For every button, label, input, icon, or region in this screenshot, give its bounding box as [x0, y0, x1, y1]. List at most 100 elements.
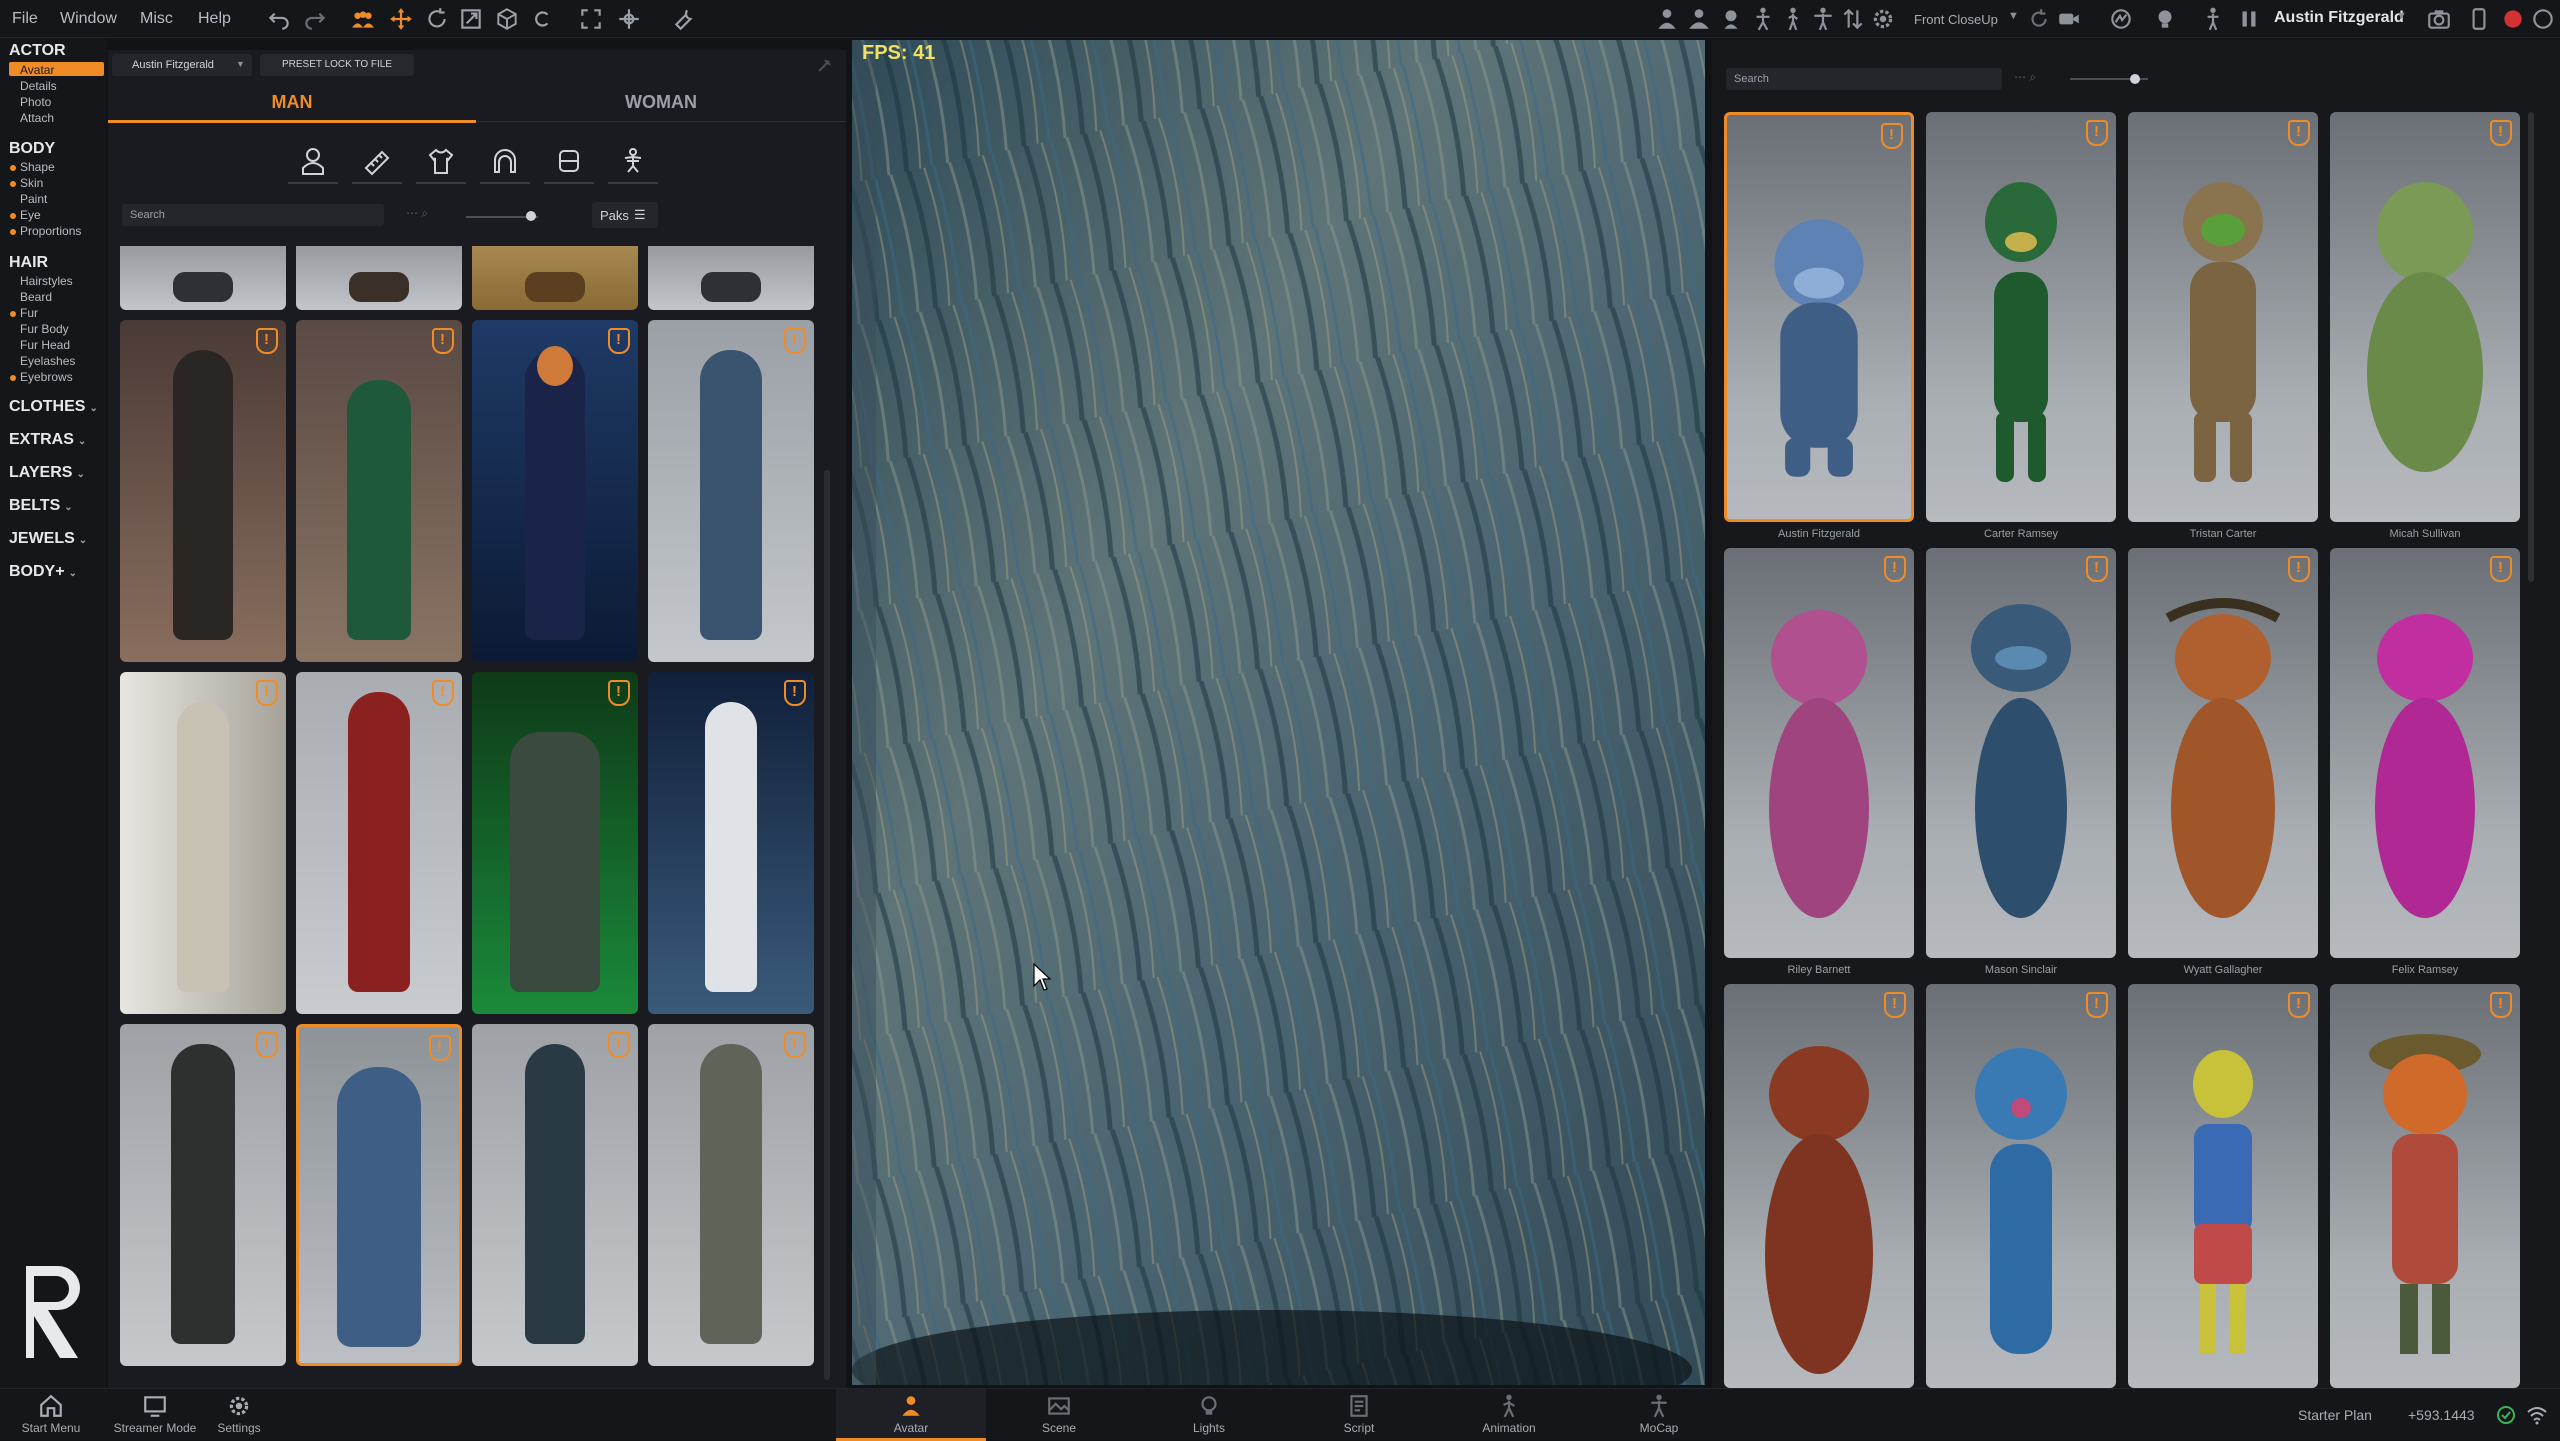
nav-item-paint[interactable]: Paint — [20, 192, 47, 206]
redo-icon[interactable] — [302, 6, 328, 32]
module-scene[interactable]: Scene — [1014, 1393, 1104, 1435]
plan-label[interactable]: Starter Plan — [2298, 1407, 2372, 1423]
preset-lock-button[interactable]: PRESET LOCK TO FILE — [260, 54, 414, 76]
zoom-slider-handle[interactable] — [2130, 74, 2140, 84]
nav-item-avatar[interactable]: Avatar — [20, 63, 54, 77]
actor-group-icon[interactable] — [1686, 6, 1712, 32]
streamer-mode-button[interactable]: Streamer Mode — [110, 1393, 200, 1435]
avatar-thumbnail[interactable] — [472, 1024, 638, 1366]
ruler-icon[interactable] — [352, 140, 402, 184]
shirt-icon[interactable] — [416, 140, 466, 184]
avatar-thumbnail[interactable] — [472, 320, 638, 662]
wifi-icon[interactable] — [2526, 1405, 2548, 1425]
character-thumbnail[interactable] — [1926, 548, 2116, 958]
figure-icon[interactable] — [2200, 6, 2226, 32]
tab-woman[interactable]: WOMAN — [476, 92, 846, 120]
character-thumbnail-selected[interactable] — [1724, 112, 1914, 522]
nav-item-eyebrows[interactable]: Eyebrows — [20, 370, 73, 384]
character-thumbnail[interactable] — [2128, 984, 2318, 1388]
pin-icon[interactable] — [814, 56, 834, 76]
walk-icon[interactable] — [1780, 6, 1806, 32]
module-script[interactable]: Script — [1314, 1393, 1404, 1435]
move-icon[interactable] — [388, 6, 414, 32]
nav-item-fur-head[interactable]: Fur Head — [20, 338, 70, 352]
search-input[interactable]: Search — [122, 204, 384, 226]
avatar-thumbnail[interactable] — [296, 246, 462, 310]
link-icon[interactable] — [528, 6, 554, 32]
search-options-icon[interactable]: ⋯ ⌕ — [406, 206, 456, 224]
paks-button[interactable]: Paks ☰ — [592, 202, 658, 228]
nav-item-fur-body[interactable]: Fur Body — [20, 322, 69, 336]
nav-section-body-plus[interactable]: BODY+ ⌄ — [9, 563, 77, 581]
zoom-slider-handle[interactable] — [526, 211, 536, 221]
avatar-thumbnail[interactable] — [120, 246, 286, 310]
light-bulb-icon[interactable] — [2152, 6, 2178, 32]
module-mocap[interactable]: MoCap — [1614, 1393, 1704, 1435]
skeleton-icon[interactable] — [608, 140, 658, 184]
select-actors-icon[interactable] — [350, 6, 376, 32]
menu-help[interactable]: Help — [198, 10, 231, 28]
record-settings-icon[interactable] — [2530, 6, 2556, 32]
nav-item-beard[interactable]: Beard — [20, 290, 52, 304]
undo-icon[interactable] — [266, 6, 292, 32]
character-thumbnail[interactable] — [2330, 112, 2520, 522]
camera-select[interactable]: Front CloseUp — [1914, 12, 1998, 27]
nav-section-clothes[interactable]: CLOTHES ⌄ — [9, 398, 98, 416]
character-thumbnail[interactable] — [1724, 548, 1914, 958]
gear-badge-icon[interactable] — [1870, 6, 1896, 32]
nav-item-proportions[interactable]: Proportions — [20, 224, 81, 238]
nav-section-jewels[interactable]: JEWELS ⌄ — [9, 530, 87, 548]
nav-item-photo[interactable]: Photo — [20, 95, 51, 109]
avatar-thumbnail[interactable] — [120, 672, 286, 1014]
nav-item-attach[interactable]: Attach — [20, 111, 54, 125]
pause-icon[interactable] — [2236, 6, 2262, 32]
avatar-thumbnail[interactable] — [648, 1024, 814, 1366]
record-icon[interactable] — [2500, 6, 2526, 32]
character-thumbnail[interactable] — [1724, 984, 1914, 1388]
scale-icon[interactable] — [458, 6, 484, 32]
avatar-thumbnail[interactable] — [648, 246, 814, 310]
physics-icon[interactable] — [2108, 6, 2134, 32]
avatar-thumbnail[interactable] — [120, 320, 286, 662]
screenshot-camera-icon[interactable] — [2426, 6, 2452, 32]
nav-section-actor[interactable]: ACTOR — [9, 42, 66, 60]
avatar-thumbnail[interactable] — [120, 1024, 286, 1366]
actor-select[interactable]: Austin Fitzgerald ▼ — [112, 54, 252, 76]
t-pose-icon[interactable] — [1810, 6, 1836, 32]
character-thumbnail[interactable] — [1926, 112, 2116, 522]
rotate-icon[interactable] — [424, 6, 450, 32]
nav-item-eyelashes[interactable]: Eyelashes — [20, 354, 75, 368]
module-avatar[interactable]: Avatar — [866, 1393, 956, 1435]
nav-section-extras[interactable]: EXTRAS ⌄ — [9, 431, 86, 449]
actor-pose-icon[interactable] — [1654, 6, 1680, 32]
nav-section-hair[interactable]: HAIR — [9, 254, 48, 272]
phone-icon[interactable] — [2466, 6, 2492, 32]
nav-item-details[interactable]: Details — [20, 79, 57, 93]
user-name[interactable]: Austin Fitzgerald — [2274, 9, 2404, 27]
menu-window[interactable]: Window — [60, 10, 117, 28]
character-thumbnail[interactable] — [2330, 548, 2520, 958]
avatar-thumbnail[interactable] — [296, 320, 462, 662]
library-search-input[interactable]: Search — [1726, 68, 2002, 90]
start-menu-button[interactable]: Start Menu — [6, 1393, 96, 1435]
user-chevron-icon[interactable]: ▼ — [2396, 10, 2407, 22]
person-icon[interactable] — [288, 140, 338, 184]
avatar-thumbnail[interactable] — [648, 672, 814, 1014]
module-lights[interactable]: Lights — [1164, 1393, 1254, 1435]
avatar-thumbnail[interactable] — [472, 246, 638, 310]
nav-item-hairstyles[interactable]: Hairstyles — [20, 274, 73, 288]
nav-section-layers[interactable]: LAYERS ⌄ — [9, 464, 85, 482]
snap-icon[interactable] — [616, 6, 642, 32]
character-thumbnail[interactable] — [2330, 984, 2520, 1388]
reset-camera-icon[interactable] — [2026, 6, 2052, 32]
avatar-thumbnail[interactable] — [472, 672, 638, 1014]
character-thumbnail[interactable] — [2128, 112, 2318, 522]
avatar-thumbnail[interactable] — [296, 672, 462, 1014]
grid-scrollbar[interactable] — [824, 470, 830, 1380]
chevron-down-icon[interactable]: ▼ — [2008, 10, 2019, 22]
library-scrollbar[interactable] — [2528, 112, 2534, 582]
avatar-thumbnail-selected[interactable] — [296, 1024, 462, 1366]
3d-viewport[interactable]: FPS: 41 — [852, 40, 1705, 1385]
search-options-icon[interactable]: ⋯ ⌕ — [2014, 70, 2064, 88]
character-thumbnail[interactable] — [1926, 984, 2116, 1388]
